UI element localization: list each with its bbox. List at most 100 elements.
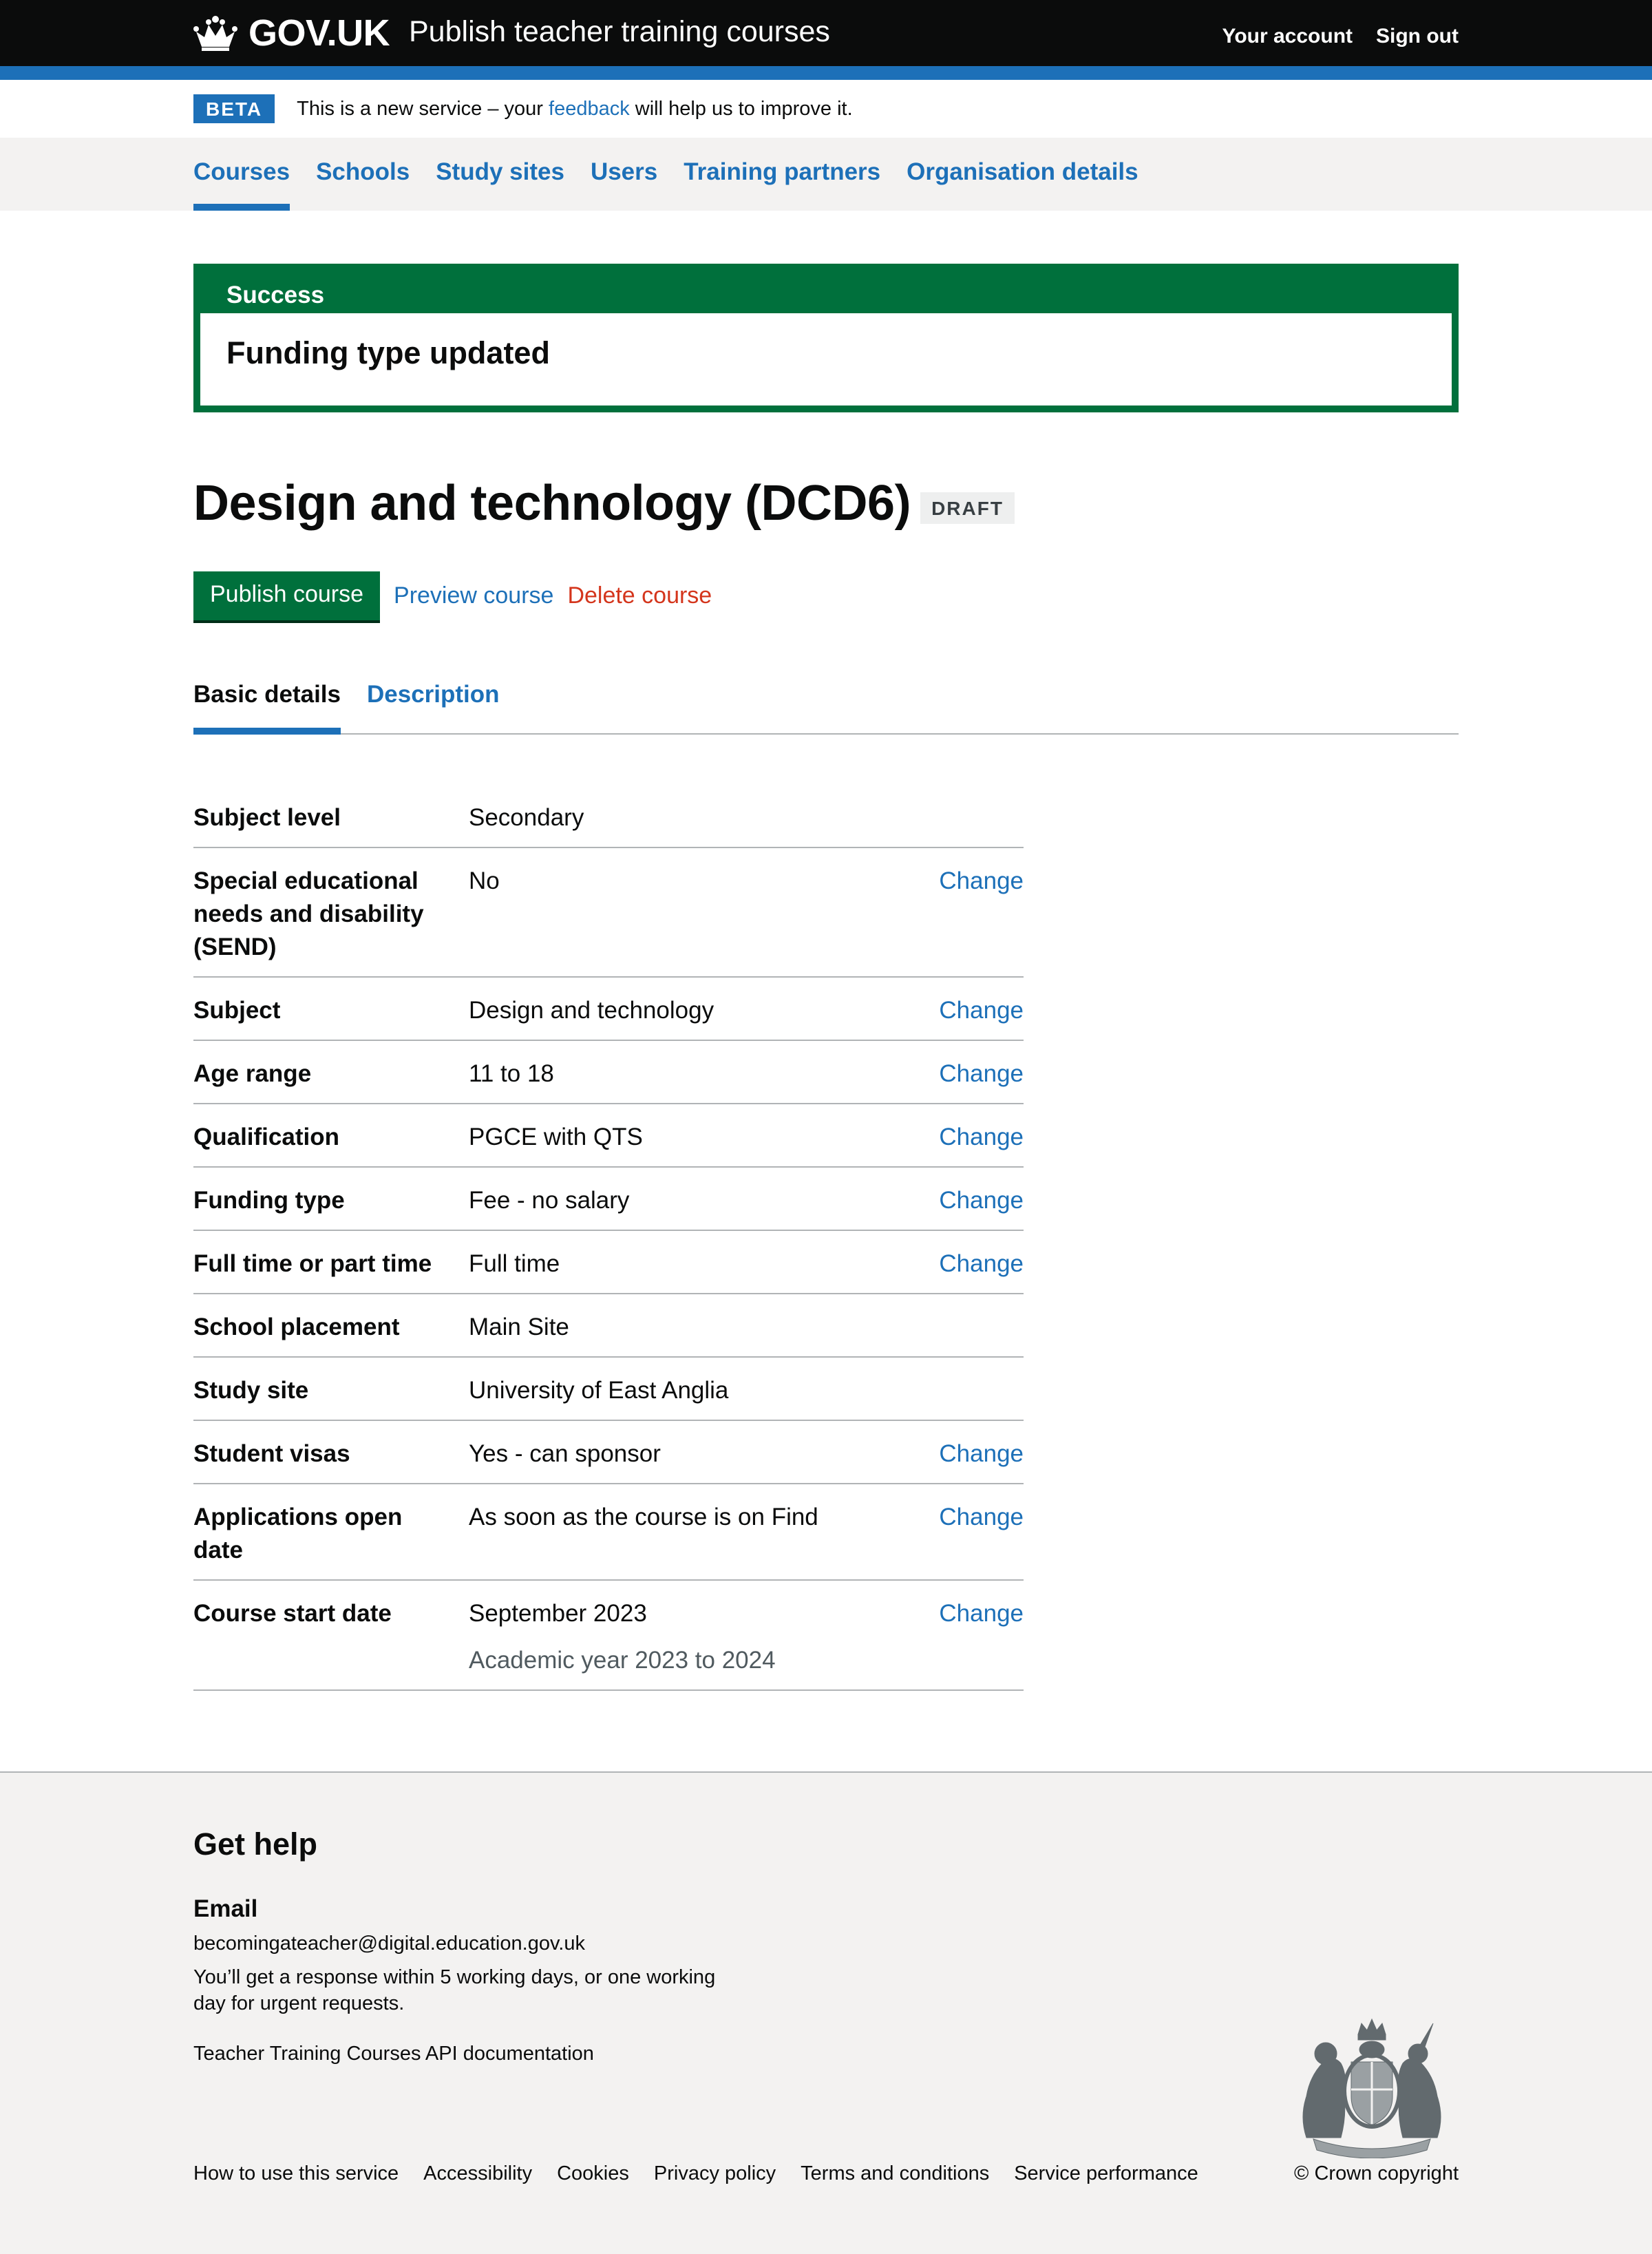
summary-action: Change xyxy=(934,1501,1024,1567)
summary-key: Study site xyxy=(193,1377,309,1404)
footer-link-cookies[interactable]: Cookies xyxy=(557,2162,629,2185)
summary-value-text: Design and technology xyxy=(469,997,714,1024)
nav-link-study-sites[interactable]: Study sites xyxy=(436,138,564,186)
tab-description: Description xyxy=(367,678,500,733)
summary-action: Change xyxy=(934,1597,1024,1677)
summary-row-age-range: Age range 11 to 18 Change xyxy=(193,1041,1024,1104)
summary-row-course-start-date: Course start date September 2023 Academi… xyxy=(193,1581,1024,1691)
footer-get-help-heading: Get help xyxy=(193,1826,318,1862)
summary-value: Yes - can sponsor xyxy=(469,1437,934,1471)
change-student-visas-link[interactable]: Change xyxy=(939,1440,1024,1467)
summary-value-text: As soon as the course is on Find xyxy=(469,1504,818,1530)
course-summary-list: Subject level Secondary Special educatio… xyxy=(193,785,1024,1691)
summary-key: Course start date xyxy=(193,1600,392,1627)
crown-copyright-link[interactable]: © Crown copyright xyxy=(1294,2162,1459,2185)
summary-value-text: Yes - can sponsor xyxy=(469,1440,661,1467)
summary-value: Main Site xyxy=(469,1311,934,1344)
nav-item-organisation-details: Organisation details xyxy=(907,138,1138,211)
change-funding-type-link[interactable]: Change xyxy=(939,1187,1024,1214)
summary-action: Change xyxy=(934,1247,1024,1281)
summary-value-text: Secondary xyxy=(469,804,584,831)
summary-key: Age range xyxy=(193,1060,312,1087)
change-applications-open-date-link[interactable]: Change xyxy=(939,1504,1024,1530)
success-banner-title: Success xyxy=(200,271,1452,313)
publish-course-button[interactable]: Publish course xyxy=(193,571,381,620)
change-course-start-date-link[interactable]: Change xyxy=(939,1600,1024,1627)
success-notification-banner: Success Funding type updated xyxy=(193,264,1459,412)
summary-value-text: 11 to 18 xyxy=(469,1060,554,1087)
footer-link-service-performance[interactable]: Service performance xyxy=(1014,2162,1198,2185)
summary-value: No xyxy=(469,865,934,964)
summary-action: Change xyxy=(934,1437,1024,1471)
change-age-range-link[interactable]: Change xyxy=(939,1060,1024,1087)
summary-value-text: Main Site xyxy=(469,1314,569,1340)
summary-row-subject-level: Subject level Secondary xyxy=(193,785,1024,848)
summary-value: University of East Anglia xyxy=(469,1374,934,1407)
summary-value: Fee - no salary xyxy=(469,1184,934,1217)
footer-email-heading: Email xyxy=(193,1895,258,1922)
summary-key: Special educational needs and disability… xyxy=(193,867,424,960)
change-study-mode-link[interactable]: Change xyxy=(939,1250,1024,1277)
beta-tag: BETA xyxy=(193,94,275,123)
crown-icon xyxy=(193,16,237,51)
footer-link-accessibility[interactable]: Accessibility xyxy=(423,2162,532,2185)
summary-value: Full time xyxy=(469,1247,934,1281)
sign-out-link[interactable]: Sign out xyxy=(1376,25,1459,48)
site-header: GOV.UK Publish teacher training courses … xyxy=(0,0,1652,66)
summary-action-empty xyxy=(934,801,1024,834)
footer-email-link[interactable]: becomingateacher@digital.education.gov.u… xyxy=(193,1932,585,1955)
change-send-link[interactable]: Change xyxy=(939,867,1024,894)
summary-key: Subject level xyxy=(193,804,341,831)
summary-action-empty xyxy=(934,1374,1024,1407)
summary-action: Change xyxy=(934,865,1024,964)
header-nav: Your account Sign out xyxy=(1222,25,1459,48)
summary-action: Change xyxy=(934,1121,1024,1154)
royal-coat-of-arms-icon xyxy=(1302,2018,1441,2158)
tab-basic-details: Basic details xyxy=(193,678,341,735)
govuk-logo-link[interactable]: GOV.UK xyxy=(193,11,390,55)
logo-text: GOV.UK xyxy=(248,12,390,54)
your-account-link[interactable]: Your account xyxy=(1222,25,1353,48)
phase-text-before: This is a new service – your xyxy=(297,97,549,120)
summary-value: Design and technology xyxy=(469,994,934,1027)
summary-value: Secondary xyxy=(469,801,934,834)
summary-value: PGCE with QTS xyxy=(469,1121,934,1154)
summary-row-study-site: Study site University of East Anglia xyxy=(193,1358,1024,1421)
summary-key: Full time or part time xyxy=(193,1250,432,1277)
footer-api-docs-link[interactable]: Teacher Training Courses API documentati… xyxy=(193,2043,594,2065)
nav-link-training-partners[interactable]: Training partners xyxy=(684,138,880,186)
nav-link-organisation-details[interactable]: Organisation details xyxy=(907,138,1138,186)
course-title-row: Design and technology (DCD6) DRAFT xyxy=(193,475,1015,531)
tab-description-link[interactable]: Description xyxy=(367,678,500,708)
delete-course-link[interactable]: Delete course xyxy=(567,582,712,609)
summary-key: Student visas xyxy=(193,1440,350,1467)
footer-email-note: You’ll get a response within 5 working d… xyxy=(193,1966,716,2014)
change-qualification-link[interactable]: Change xyxy=(939,1124,1024,1150)
status-badge: DRAFT xyxy=(920,492,1015,524)
nav-link-courses[interactable]: Courses xyxy=(193,138,290,186)
footer-links: How to use this service Accessibility Co… xyxy=(193,2162,1198,2185)
nav-item-courses: Courses xyxy=(193,138,290,211)
footer-link-terms[interactable]: Terms and conditions xyxy=(801,2162,989,2185)
summary-value-text: September 2023 xyxy=(469,1600,647,1627)
footer-link-privacy[interactable]: Privacy policy xyxy=(654,2162,776,2185)
summary-action-empty xyxy=(934,1311,1024,1344)
course-tabs: Basic details Description xyxy=(193,678,1459,735)
service-name-link[interactable]: Publish teacher training courses xyxy=(409,15,830,49)
nav-link-users[interactable]: Users xyxy=(591,138,657,186)
preview-course-link[interactable]: Preview course xyxy=(394,582,553,609)
summary-value: 11 to 18 xyxy=(469,1057,934,1091)
nav-item-users: Users xyxy=(591,138,657,211)
summary-value: September 2023 Academic year 2023 to 202… xyxy=(469,1597,934,1677)
summary-key: Applications open date xyxy=(193,1504,403,1563)
summary-value-text: Fee - no salary xyxy=(469,1187,630,1214)
tab-basic-details-link[interactable]: Basic details xyxy=(193,678,341,708)
footer-link-how-to-use[interactable]: How to use this service xyxy=(193,2162,399,2185)
summary-row-school-placement: School placement Main Site xyxy=(193,1294,1024,1358)
summary-key: Qualification xyxy=(193,1124,339,1150)
summary-value-text: PGCE with QTS xyxy=(469,1124,643,1150)
summary-value-text: University of East Anglia xyxy=(469,1377,729,1404)
change-subject-link[interactable]: Change xyxy=(939,997,1024,1024)
feedback-link[interactable]: feedback xyxy=(549,98,630,120)
nav-link-schools[interactable]: Schools xyxy=(316,138,410,186)
